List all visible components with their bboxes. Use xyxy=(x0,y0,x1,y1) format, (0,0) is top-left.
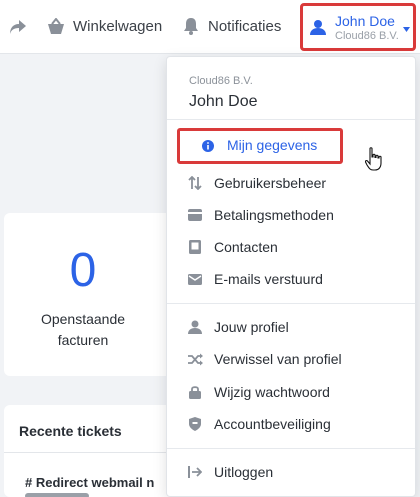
menu-item-label: Mijn gegevens xyxy=(227,137,318,153)
bell-icon[interactable] xyxy=(181,16,201,36)
cart-link[interactable]: Winkelwagen xyxy=(73,18,162,35)
user-name: John Doe xyxy=(335,13,395,29)
divider xyxy=(4,452,174,453)
basket-icon[interactable] xyxy=(46,17,66,37)
menu-item-label: E-mails verstuurd xyxy=(214,271,323,287)
contact-book-icon xyxy=(187,239,203,255)
ticket-status-badge xyxy=(25,493,89,497)
user-icon xyxy=(187,319,203,335)
menu-item-label: Uitloggen xyxy=(214,464,274,480)
open-invoices-count: 0 xyxy=(69,244,97,297)
menu-item-label: Betalingsmethoden xyxy=(214,207,334,223)
ticket-row[interactable]: # Redirect webmail n xyxy=(25,475,165,490)
open-invoices-label: Openstaande facturen xyxy=(0,309,166,351)
divider xyxy=(167,119,415,120)
divider xyxy=(167,448,415,449)
user-icon xyxy=(309,18,327,36)
notifications-link[interactable]: Notificaties xyxy=(208,18,281,35)
share-arrow-icon[interactable] xyxy=(8,17,28,37)
menu-item-account-security[interactable]: Accountbeveiliging xyxy=(167,409,415,439)
shuffle-icon xyxy=(187,351,203,367)
dropdown-user-name: John Doe xyxy=(189,93,258,110)
user-company: Cloud86 B.V. xyxy=(335,30,399,42)
menu-item-your-profile[interactable]: Jouw profiel xyxy=(167,312,415,342)
open-invoices-label-line1: Openstaande xyxy=(40,311,126,327)
menu-item-emails-sent[interactable]: E-mails verstuurd xyxy=(167,264,415,294)
recent-tickets-title: Recente tickets xyxy=(19,423,122,439)
envelope-icon xyxy=(187,271,203,287)
dropdown-company: Cloud86 B.V. xyxy=(189,75,253,87)
menu-item-label: Jouw profiel xyxy=(214,319,289,335)
menu-item-payment-methods[interactable]: Betalingsmethoden xyxy=(167,200,415,230)
menu-item-switch-profile[interactable]: Verwissel van profiel xyxy=(167,344,415,374)
sort-users-icon xyxy=(187,175,203,191)
logout-icon xyxy=(187,464,203,480)
lock-icon xyxy=(187,384,203,400)
menu-item-logout[interactable]: Uitloggen xyxy=(167,457,415,487)
menu-item-label: Wijzig wachtwoord xyxy=(214,384,330,400)
wallet-icon xyxy=(187,207,203,223)
menu-item-change-password[interactable]: Wijzig wachtwoord xyxy=(167,377,415,407)
shield-icon xyxy=(187,416,203,432)
menu-item-contacts[interactable]: Contacten xyxy=(167,232,415,262)
menu-item-label: Gebruikersbeheer xyxy=(214,175,327,191)
caret-down-icon xyxy=(402,26,410,32)
top-navigation-bar: Winkelwagen Notificaties John Doe Cloud8… xyxy=(0,0,420,54)
divider xyxy=(167,303,415,304)
menu-item-my-details[interactable]: Mijn gegevens xyxy=(177,128,343,164)
menu-item-user-management[interactable]: Gebruikersbeheer xyxy=(167,168,415,198)
menu-item-label: Accountbeveiliging xyxy=(214,416,331,432)
user-menu-button[interactable]: John Doe Cloud86 B.V. xyxy=(300,3,416,51)
hand-cursor-icon xyxy=(365,147,382,171)
menu-item-label: Contacten xyxy=(214,239,278,255)
open-invoices-label-line2: facturen xyxy=(57,332,109,348)
info-icon xyxy=(200,138,216,154)
menu-item-label: Verwissel van profiel xyxy=(214,351,342,367)
user-dropdown-menu: Cloud86 B.V. John Doe Mijn gegevens Gebr… xyxy=(166,56,416,497)
